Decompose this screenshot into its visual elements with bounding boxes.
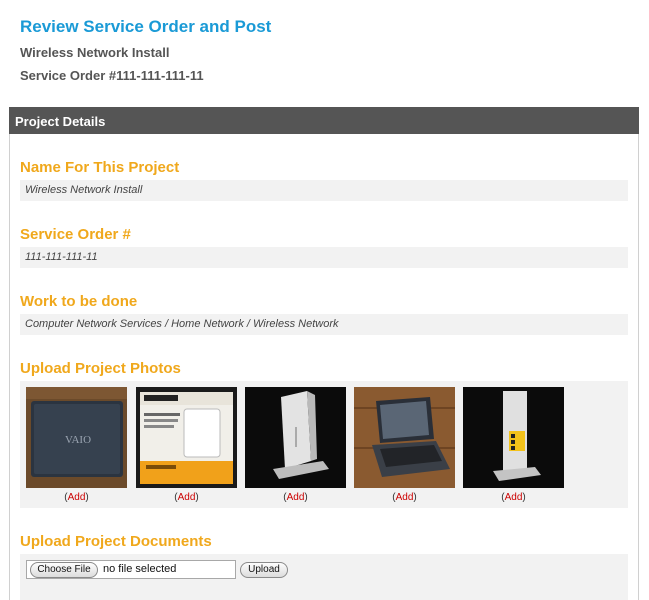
service-order-value: 111-111-111-11	[20, 247, 628, 268]
photo-thumbnail-5[interactable]	[463, 387, 564, 488]
project-name-subtitle: Wireless Network Install	[20, 45, 170, 60]
file-status-text: no file selected	[103, 563, 177, 575]
panel-header: Project Details	[9, 107, 639, 134]
photo-thumbnail-3[interactable]	[245, 387, 346, 488]
photo-add-3[interactable]: (Add)	[245, 492, 346, 503]
photo-add-link-4[interactable]: Add	[396, 492, 414, 503]
photo-add-link-1[interactable]: Add	[68, 492, 86, 503]
project-name-value: Wireless Network Install	[20, 180, 628, 201]
service-order-subtitle: Service Order #111-111-111-11	[20, 68, 204, 83]
work-value: Computer Network Services / Home Network…	[20, 314, 628, 335]
photo-thumbnail-1[interactable]: VAIO	[26, 387, 127, 488]
upload-documents-label: Upload Project Documents	[20, 533, 212, 550]
page-title: Review Service Order and Post	[20, 17, 272, 36]
photo-thumbnail-4[interactable]	[354, 387, 455, 488]
service-order-label: Service Order #	[20, 226, 131, 243]
photo-add-link-2[interactable]: Add	[178, 492, 196, 503]
file-input[interactable]: Choose File no file selected	[26, 560, 236, 579]
project-name-label: Name For This Project	[20, 159, 180, 176]
svg-text:VAIO: VAIO	[65, 434, 91, 446]
upload-photos-label: Upload Project Photos	[20, 360, 181, 377]
work-label: Work to be done	[20, 293, 138, 310]
photo-add-5[interactable]: (Add)	[463, 492, 564, 503]
choose-file-button[interactable]: Choose File	[30, 562, 98, 578]
photo-add-link-5[interactable]: Add	[505, 492, 523, 503]
photo-add-1[interactable]: (Add)	[26, 492, 127, 503]
photo-add-link-3[interactable]: Add	[287, 492, 305, 503]
photo-add-2[interactable]: (Add)	[136, 492, 237, 503]
upload-button[interactable]: Upload	[240, 562, 288, 578]
documents-area: Choose File no file selected Upload	[20, 554, 628, 600]
photo-add-4[interactable]: (Add)	[354, 492, 455, 503]
photos-area: VAIO (Add) (Add) (Add) (Add) (Add)	[20, 381, 628, 508]
photo-thumbnail-2[interactable]	[136, 387, 237, 488]
